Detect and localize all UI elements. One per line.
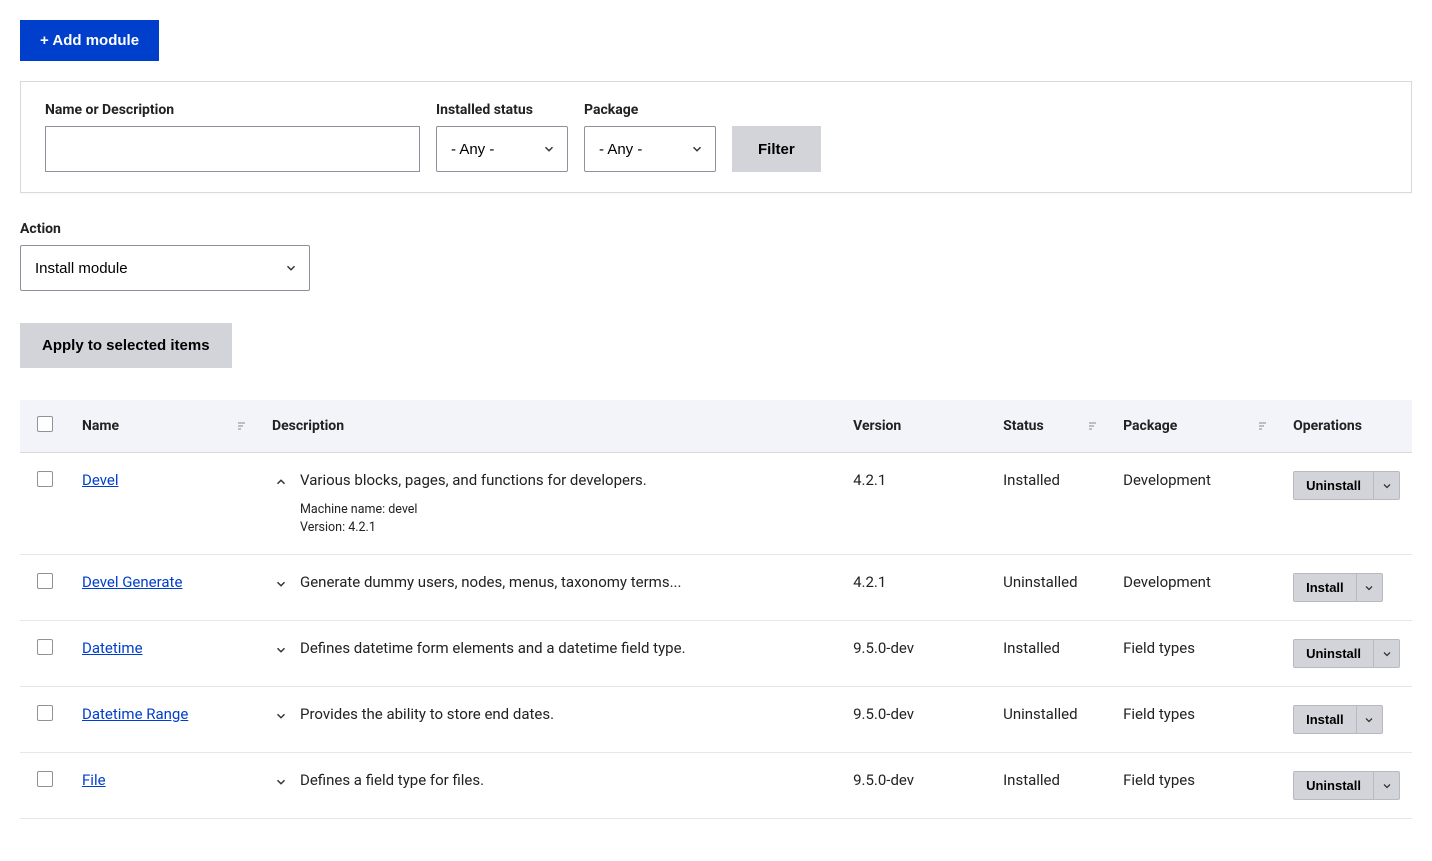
module-description: Defines datetime form elements and a dat… <box>300 639 686 657</box>
sort-icon <box>236 420 248 432</box>
operation-button[interactable]: Uninstall <box>1293 471 1374 500</box>
filter-status-select[interactable]: - Any - <box>436 126 568 172</box>
row-checkbox[interactable] <box>37 573 53 589</box>
operation-dropdown-toggle[interactable] <box>1374 771 1400 800</box>
module-status: Installed <box>991 621 1111 687</box>
table-row: File Defines a field type for files. 9.5.0… <box>20 753 1412 819</box>
modules-table: Name Description Version Status Pa <box>20 400 1412 819</box>
select-all-checkbox[interactable] <box>37 416 53 432</box>
module-name-link[interactable]: Devel <box>82 471 118 489</box>
th-package-text: Package <box>1123 418 1177 434</box>
table-header-operations: Operations <box>1281 400 1412 453</box>
filter-status-label: Installed status <box>436 102 568 118</box>
module-name-link[interactable]: File <box>82 771 106 789</box>
sort-icon <box>1087 420 1099 432</box>
filter-name-input[interactable] <box>45 126 420 172</box>
table-row: Devel Generate Generate dummy users, node… <box>20 555 1412 621</box>
operation-dropdown-toggle[interactable] <box>1357 705 1383 734</box>
module-version: 9.5.0-dev <box>841 687 991 753</box>
table-row: Datetime Range Provides the ability to st… <box>20 687 1412 753</box>
operation-dropdown-toggle[interactable] <box>1374 639 1400 668</box>
module-name-link[interactable]: Devel Generate <box>82 573 182 591</box>
row-checkbox[interactable] <box>37 705 53 721</box>
chevron-down-icon[interactable] <box>272 641 290 659</box>
apply-to-selected-button[interactable]: Apply to selected items <box>20 323 232 368</box>
sort-icon <box>1257 420 1269 432</box>
filter-status-group: Installed status - Any - <box>436 102 568 172</box>
module-status: Installed <box>991 753 1111 819</box>
table-header-package[interactable]: Package <box>1111 400 1281 453</box>
operation-button[interactable]: Uninstall <box>1293 639 1374 668</box>
operation-dropdown-toggle[interactable] <box>1357 573 1383 602</box>
module-package: Field types <box>1111 753 1281 819</box>
module-name-link[interactable]: Datetime Range <box>82 705 188 723</box>
table-row: Devel Various blocks, pages, and function… <box>20 453 1412 555</box>
filter-package-select[interactable]: - Any - <box>584 126 716 172</box>
filter-name-label: Name or Description <box>45 102 420 118</box>
table-header-checkbox <box>20 400 70 453</box>
operation-button[interactable]: Install <box>1293 705 1357 734</box>
operation-dropdown-toggle[interactable] <box>1374 471 1400 500</box>
chevron-down-icon[interactable] <box>272 707 290 725</box>
chevron-down-icon[interactable] <box>272 773 290 791</box>
module-name-link[interactable]: Datetime <box>82 639 143 657</box>
filter-package-label: Package <box>584 102 716 118</box>
filter-name-group: Name or Description <box>45 102 420 172</box>
operation-button[interactable]: Install <box>1293 573 1357 602</box>
module-status: Uninstalled <box>991 555 1111 621</box>
module-version: 9.5.0-dev <box>841 753 991 819</box>
chevron-down-icon[interactable] <box>272 575 290 593</box>
action-select[interactable]: Install module <box>20 245 310 291</box>
table-row: Datetime Defines datetime form elements a… <box>20 621 1412 687</box>
module-description: Provides the ability to store end dates. <box>300 705 554 723</box>
row-checkbox[interactable] <box>37 639 53 655</box>
module-package: Field types <box>1111 687 1281 753</box>
row-checkbox[interactable] <box>37 471 53 487</box>
module-description: Defines a field type for files. <box>300 771 484 789</box>
operation-button[interactable]: Uninstall <box>1293 771 1374 800</box>
module-meta: Machine name: develVersion: 4.2.1 <box>300 501 829 536</box>
module-status: Uninstalled <box>991 687 1111 753</box>
filters-panel: Name or Description Installed status - A… <box>20 81 1412 193</box>
module-version: 9.5.0-dev <box>841 621 991 687</box>
table-header-description: Description <box>260 400 841 453</box>
filter-button[interactable]: Filter <box>732 126 821 172</box>
module-status: Installed <box>991 453 1111 555</box>
th-status-text: Status <box>1003 418 1044 434</box>
module-version: 4.2.1 <box>841 555 991 621</box>
module-description: Various blocks, pages, and functions for… <box>300 471 647 489</box>
table-header-name[interactable]: Name <box>70 400 260 453</box>
module-description: Generate dummy users, nodes, menus, taxo… <box>300 573 681 591</box>
module-package: Development <box>1111 555 1281 621</box>
module-version: 4.2.1 <box>841 453 991 555</box>
action-section: Action Install module <box>20 221 1412 291</box>
row-checkbox[interactable] <box>37 771 53 787</box>
th-name-text: Name <box>82 418 119 434</box>
action-label: Action <box>20 221 61 237</box>
filter-package-group: Package - Any - <box>584 102 716 172</box>
add-module-button[interactable]: + Add module <box>20 20 159 61</box>
table-header-version: Version <box>841 400 991 453</box>
chevron-up-icon[interactable] <box>272 473 290 491</box>
table-header-status[interactable]: Status <box>991 400 1111 453</box>
module-package: Development <box>1111 453 1281 555</box>
module-package: Field types <box>1111 621 1281 687</box>
